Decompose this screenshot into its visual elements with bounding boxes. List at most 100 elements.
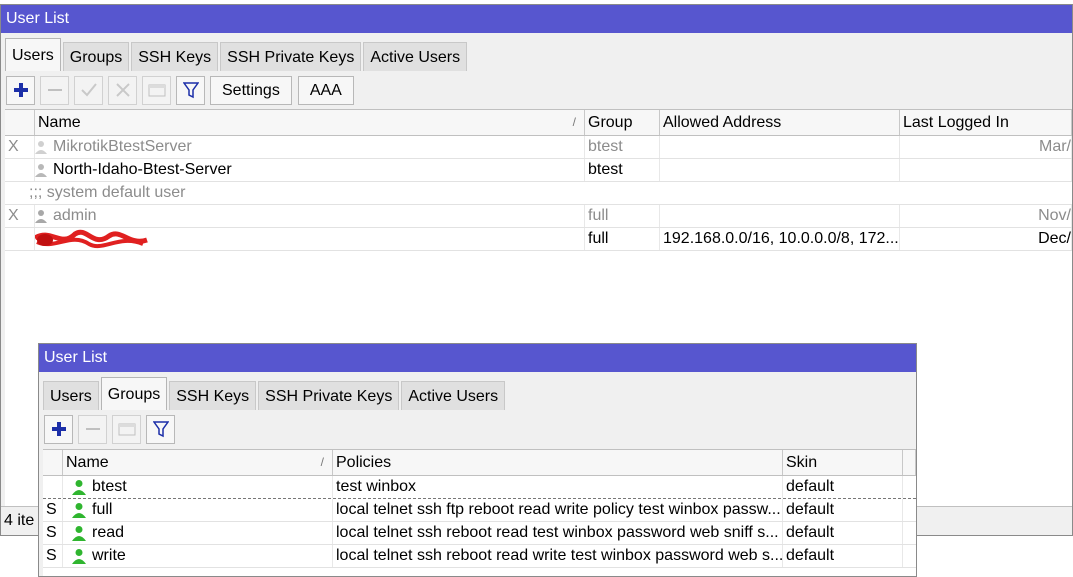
cross-icon bbox=[115, 83, 130, 97]
header-policies[interactable]: Policies bbox=[333, 450, 783, 475]
plus-icon bbox=[13, 83, 28, 97]
group-icon bbox=[72, 548, 86, 564]
user-icon bbox=[35, 163, 47, 177]
table-header: Name / Policies Skin bbox=[43, 450, 916, 476]
enable-button[interactable] bbox=[74, 75, 103, 105]
header-allowed-address[interactable]: Allowed Address bbox=[660, 110, 900, 135]
row-last-logged-in: Nov/ bbox=[900, 205, 1072, 227]
filter-icon bbox=[182, 82, 199, 99]
table-row[interactable]: X MikrotikBtestServer btest Mar/ bbox=[5, 136, 1072, 159]
disable-button[interactable] bbox=[108, 75, 137, 105]
table-row[interactable]: X admin full Nov/ bbox=[5, 205, 1072, 228]
row-flag: S bbox=[43, 545, 63, 567]
user-list-groups-window: User List Users Groups SSH Keys SSH Priv… bbox=[38, 343, 917, 577]
row-policies: test winbox bbox=[333, 476, 783, 498]
window-title: User List bbox=[1, 5, 1072, 33]
row-policies: local telnet ssh reboot read test winbox… bbox=[333, 522, 783, 544]
header-flag bbox=[43, 450, 63, 475]
header-last-logged-in[interactable]: Last Logged In bbox=[900, 110, 1072, 135]
row-name bbox=[35, 228, 585, 250]
header-extra bbox=[903, 450, 916, 475]
header-name[interactable]: Name / bbox=[35, 110, 585, 135]
window-title: User List bbox=[39, 344, 916, 372]
filter-icon bbox=[152, 421, 169, 438]
row-name: MikrotikBtestServer bbox=[35, 136, 585, 158]
row-last-logged-in: Dec/ bbox=[900, 228, 1072, 250]
header-name[interactable]: Name / bbox=[63, 450, 333, 475]
row-name: full bbox=[63, 499, 333, 521]
note-icon bbox=[118, 423, 135, 436]
row-group: btest bbox=[585, 159, 660, 181]
row-skin: default bbox=[783, 476, 903, 498]
tab-users[interactable]: Users bbox=[5, 38, 61, 71]
toolbar: Settings AAA bbox=[1, 73, 1072, 107]
row-last-logged-in bbox=[900, 159, 1072, 181]
row-policies: local telnet ssh ftp reboot read write p… bbox=[333, 499, 783, 521]
tab-users[interactable]: Users bbox=[43, 381, 99, 410]
tab-ssh-keys[interactable]: SSH Keys bbox=[131, 42, 219, 71]
group-icon bbox=[72, 479, 86, 495]
redaction-scribble bbox=[35, 229, 148, 249]
tab-active-users[interactable]: Active Users bbox=[401, 381, 506, 410]
tab-ssh-private-keys[interactable]: SSH Private Keys bbox=[220, 42, 362, 71]
filter-button[interactable] bbox=[146, 414, 175, 444]
tab-ssh-private-keys[interactable]: SSH Private Keys bbox=[258, 381, 400, 410]
row-name: btest bbox=[63, 476, 333, 498]
toolbar bbox=[39, 412, 916, 446]
add-button[interactable] bbox=[6, 75, 35, 105]
groups-table: Name / Policies Skin btest test winbox de… bbox=[43, 449, 916, 576]
tab-bar: Users Groups SSH Keys SSH Private Keys A… bbox=[1, 35, 1072, 71]
table-header: Name / Group Allowed Address Last Logged … bbox=[5, 110, 1072, 136]
note-icon bbox=[148, 84, 165, 97]
row-flag bbox=[5, 228, 35, 250]
comment-row: ;;; system default user bbox=[5, 182, 1072, 205]
row-flag: X bbox=[5, 205, 35, 227]
table-row[interactable]: S read local telnet ssh reboot read test… bbox=[43, 522, 916, 545]
remove-button[interactable] bbox=[40, 75, 69, 105]
row-skin: default bbox=[783, 545, 903, 567]
minus-icon bbox=[47, 89, 62, 91]
row-address bbox=[660, 159, 900, 181]
row-address bbox=[660, 205, 900, 227]
table-row[interactable]: full 192.168.0.0/16, 10.0.0.0/8, 172....… bbox=[5, 228, 1072, 251]
tab-bar: Users Groups SSH Keys SSH Private Keys A… bbox=[39, 374, 916, 410]
row-flag bbox=[43, 476, 63, 498]
filter-button[interactable] bbox=[176, 75, 205, 105]
row-skin: default bbox=[783, 499, 903, 521]
tab-active-users[interactable]: Active Users bbox=[363, 42, 468, 71]
settings-button[interactable]: Settings bbox=[210, 75, 292, 105]
row-flag: S bbox=[43, 522, 63, 544]
row-flag: S bbox=[43, 499, 63, 521]
row-flag: X bbox=[5, 136, 35, 158]
header-skin[interactable]: Skin bbox=[783, 450, 903, 475]
comment-button[interactable] bbox=[112, 414, 141, 444]
tab-ssh-keys[interactable]: SSH Keys bbox=[169, 381, 257, 410]
tab-groups[interactable]: Groups bbox=[100, 377, 168, 410]
aaa-button[interactable]: AAA bbox=[297, 75, 354, 105]
row-address: 192.168.0.0/16, 10.0.0.0/8, 172.... bbox=[660, 228, 900, 250]
row-name: read bbox=[63, 522, 333, 544]
row-last-logged-in: Mar/ bbox=[900, 136, 1072, 158]
remove-button[interactable] bbox=[78, 414, 107, 444]
table-row[interactable]: North-Idaho-Btest-Server btest bbox=[5, 159, 1072, 182]
header-group[interactable]: Group bbox=[585, 110, 660, 135]
table-row[interactable]: S full local telnet ssh ftp reboot read … bbox=[43, 499, 916, 522]
row-name: admin bbox=[35, 205, 585, 227]
row-name: write bbox=[63, 545, 333, 567]
minus-icon bbox=[85, 428, 100, 430]
row-name: North-Idaho-Btest-Server bbox=[35, 159, 585, 181]
table-row[interactable]: btest test winbox default bbox=[43, 476, 916, 499]
check-icon bbox=[80, 83, 97, 97]
row-group: full bbox=[585, 228, 660, 250]
plus-icon bbox=[51, 422, 66, 436]
add-button[interactable] bbox=[44, 414, 73, 444]
comment-button[interactable] bbox=[142, 75, 171, 105]
table-row[interactable]: S write local telnet ssh reboot read wri… bbox=[43, 545, 916, 568]
row-policies: local telnet ssh reboot read write test … bbox=[333, 545, 783, 567]
user-icon bbox=[35, 209, 47, 223]
row-address bbox=[660, 136, 900, 158]
row-group: btest bbox=[585, 136, 660, 158]
user-icon bbox=[35, 140, 47, 154]
group-icon bbox=[72, 502, 86, 518]
tab-groups[interactable]: Groups bbox=[62, 42, 130, 71]
